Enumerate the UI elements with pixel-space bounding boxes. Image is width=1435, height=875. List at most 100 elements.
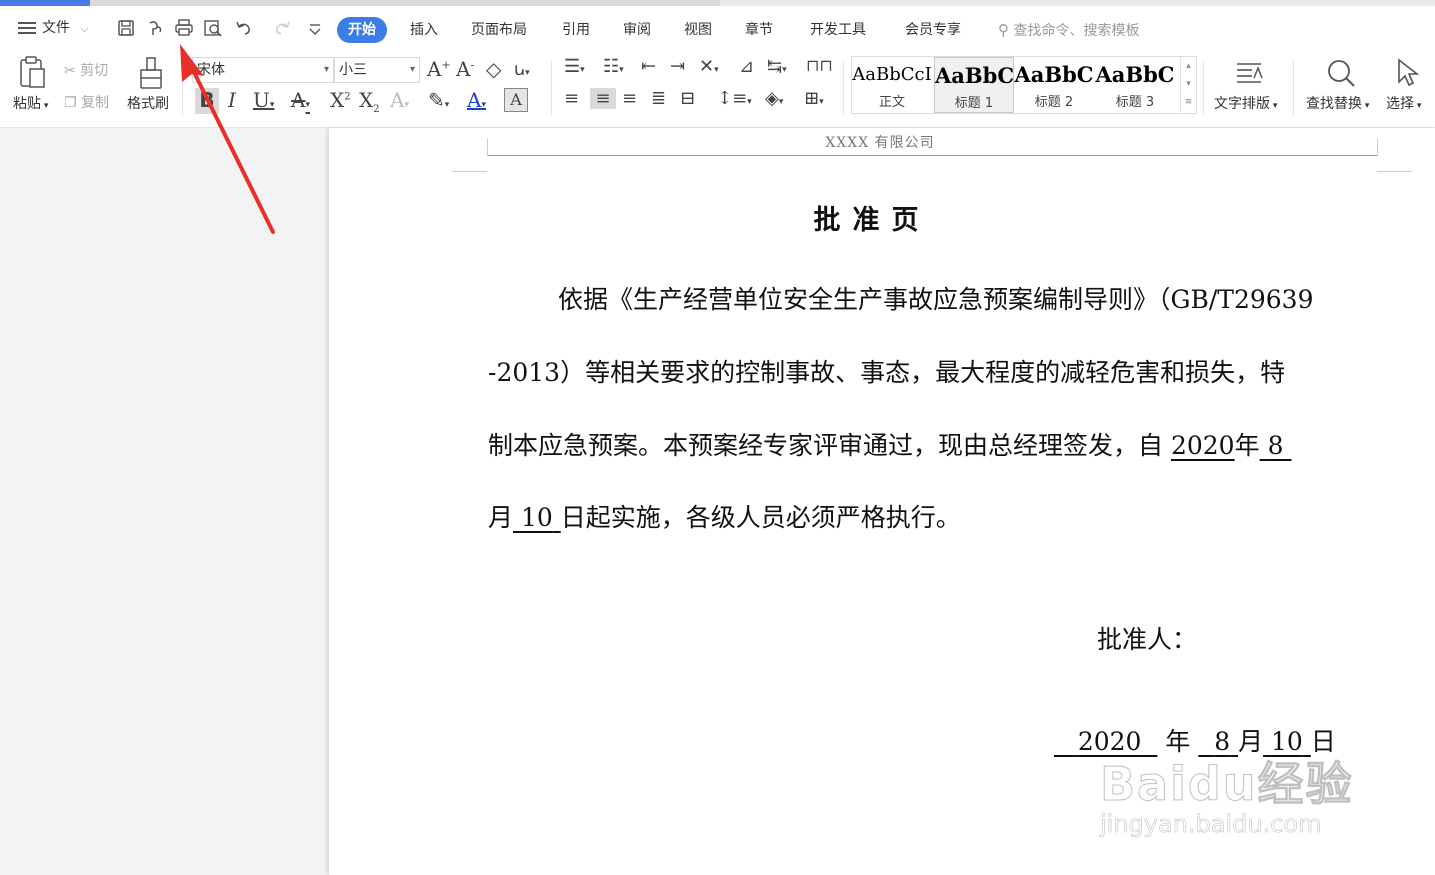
paste-icon[interactable] bbox=[18, 56, 48, 94]
tab-home[interactable]: 开始 bbox=[337, 17, 387, 43]
header-margin-mark bbox=[487, 138, 488, 156]
style-name: 标题 2 bbox=[1034, 95, 1074, 110]
print-icon[interactable] bbox=[174, 18, 196, 40]
tab-chapter[interactable]: 章节 bbox=[745, 17, 773, 43]
document-title: 批准页 bbox=[813, 205, 931, 236]
paragraph-text: 年 bbox=[1234, 431, 1260, 460]
chevron-down-icon: ▾ bbox=[409, 64, 415, 75]
shading-icon[interactable]: ◈▾ bbox=[765, 88, 783, 109]
subscript-icon[interactable]: X2 bbox=[359, 88, 380, 115]
tab-ruler-icon[interactable]: ⊓⊓ bbox=[806, 56, 833, 75]
increase-indent-icon[interactable]: ⇥ bbox=[670, 56, 685, 77]
effective-month: 8 bbox=[1267, 431, 1284, 460]
decrease-indent-icon[interactable]: ⇤ bbox=[641, 56, 656, 77]
format-painter-button[interactable]: 格式刷 bbox=[127, 93, 169, 113]
chinese-layout-icon[interactable]: ✕▾ bbox=[699, 56, 719, 77]
align-left-icon[interactable]: ≡ bbox=[564, 88, 579, 109]
file-menu-button[interactable]: 文件 ⌵ bbox=[18, 16, 88, 40]
text-layout-button[interactable]: 文字排版 ▾ bbox=[1214, 93, 1277, 113]
find-replace-label: 查找替换 bbox=[1306, 96, 1362, 112]
align-center-icon[interactable]: ≡ bbox=[590, 88, 616, 109]
find-replace-icon[interactable] bbox=[1326, 58, 1356, 92]
strikethrough-icon[interactable]: A▾ bbox=[291, 88, 310, 112]
numbered-list-icon[interactable]: ☷▾ bbox=[603, 56, 624, 77]
baidu-watermark: Baidu经验 jingyan.baidu.com bbox=[1100, 748, 1354, 839]
style-gallery: AaBbCcI 正文 AaBbC 标题 1 AaBbC 标题 2 AaBbC 标题 3 … bbox=[851, 56, 1197, 114]
font-size-value: 小三 bbox=[339, 62, 367, 78]
margin-mark bbox=[1377, 171, 1412, 172]
cut-label: 剪切 bbox=[80, 63, 109, 79]
text-layout-label: 文字排版 bbox=[1214, 96, 1270, 112]
paragraph-line: -2013）等相关要求的控制事故、事态，最大程度的减轻危害和损失，特 bbox=[488, 358, 1286, 387]
page-header-rule bbox=[487, 155, 1377, 156]
hamburger-icon bbox=[18, 19, 36, 37]
font-color-icon[interactable]: A▾ bbox=[467, 88, 486, 112]
font-size-select[interactable]: 小三 ▾ bbox=[334, 57, 420, 83]
tab-page-layout[interactable]: 页面布局 bbox=[471, 17, 527, 43]
ribbon-separator bbox=[551, 60, 552, 116]
customize-toolbar-icon[interactable] bbox=[305, 20, 327, 42]
justify-icon[interactable]: ≣ bbox=[651, 88, 666, 109]
tab-member[interactable]: 会员专享 bbox=[905, 17, 961, 43]
print-preview-icon[interactable] bbox=[203, 18, 225, 40]
paragraph-text: 日起实施，各级人员必须严格执行。 bbox=[560, 503, 961, 532]
style-heading-1[interactable]: AaBbC 标题 1 bbox=[934, 57, 1014, 113]
tab-developer[interactable]: 开发工具 bbox=[810, 17, 866, 43]
ribbon-separator bbox=[843, 60, 844, 116]
save-icon[interactable] bbox=[116, 18, 138, 40]
paragraph-line: 月 10 日起实施，各级人员必须严格执行。 bbox=[488, 498, 961, 534]
tab-review[interactable]: 审阅 bbox=[623, 17, 651, 43]
ribbon-separator bbox=[1203, 60, 1204, 116]
highlight-icon[interactable]: ✎▾ bbox=[428, 88, 449, 112]
style-normal[interactable]: AaBbCcI 正文 bbox=[852, 57, 932, 113]
margin-mark bbox=[452, 171, 487, 172]
copy-button[interactable]: ❐ 复制 bbox=[64, 92, 109, 112]
borders-icon[interactable]: ⊞▾ bbox=[804, 88, 824, 109]
page-header-text: XXXX 有限公司 bbox=[825, 135, 935, 151]
effective-year: 2020 bbox=[1170, 431, 1235, 460]
style-heading-3[interactable]: AaBbC 标题 3 bbox=[1095, 57, 1175, 113]
clear-format-icon[interactable]: ◇ bbox=[486, 57, 501, 81]
find-replace-button[interactable]: 查找替换 ▾ bbox=[1306, 93, 1369, 113]
navigation-pane bbox=[0, 128, 329, 875]
character-border-icon[interactable]: A bbox=[504, 88, 528, 112]
increase-font-icon[interactable]: A+ bbox=[427, 57, 451, 81]
output-pdf-icon[interactable] bbox=[145, 18, 167, 40]
effective-day: 10 bbox=[520, 503, 553, 532]
superscript-icon[interactable]: X2 bbox=[330, 88, 351, 112]
copy-label: 复制 bbox=[81, 95, 110, 111]
scissors-icon: ✂ bbox=[64, 63, 76, 79]
phonetic-guide-icon[interactable]: ꭎ▾ bbox=[514, 57, 530, 81]
style-sample: AaBbC bbox=[935, 63, 1013, 88]
header-margin-mark bbox=[1377, 138, 1378, 156]
command-search-input[interactable]: ⚲ 查找命令、搜索模板 bbox=[998, 17, 1139, 43]
decrease-font-icon[interactable]: A- bbox=[456, 57, 474, 81]
distributed-align-icon[interactable]: ⊟ bbox=[680, 88, 695, 109]
line-break-icon[interactable]: ↹▾ bbox=[767, 56, 787, 77]
paste-button[interactable]: 粘贴 ▾ bbox=[13, 93, 48, 113]
annotation-arrow-icon bbox=[180, 44, 275, 234]
style-name: 标题 1 bbox=[954, 96, 994, 111]
select-cursor-icon[interactable] bbox=[1396, 58, 1420, 92]
redo-icon[interactable] bbox=[272, 18, 294, 40]
text-effect-icon[interactable]: A▾ bbox=[390, 88, 409, 112]
align-right-icon[interactable]: ≡ bbox=[622, 88, 637, 109]
text-layout-icon[interactable] bbox=[1234, 58, 1264, 92]
copy-icon: ❐ bbox=[64, 95, 77, 111]
line-spacing-icon[interactable]: ↕≡▾ bbox=[717, 88, 752, 109]
tab-references[interactable]: 引用 bbox=[562, 17, 590, 43]
text-direction-icon[interactable]: ⊿ bbox=[739, 56, 754, 77]
command-search-placeholder: 查找命令、搜索模板 bbox=[1013, 23, 1140, 39]
paragraph-line: 制本应急预案。本预案经专家评审通过，现由总经理签发，自 2020年 8 bbox=[488, 426, 1291, 462]
style-heading-2[interactable]: AaBbC 标题 2 bbox=[1014, 57, 1094, 113]
tab-view[interactable]: 视图 bbox=[684, 17, 712, 43]
undo-icon[interactable] bbox=[234, 18, 256, 40]
style-gallery-scroll[interactable]: ▴ ▾ ≡ bbox=[1180, 57, 1196, 113]
select-button[interactable]: 选择 ▾ bbox=[1386, 93, 1421, 113]
file-menu-label: 文件 bbox=[42, 20, 70, 36]
cut-button[interactable]: ✂ 剪切 bbox=[64, 60, 108, 80]
tab-insert[interactable]: 插入 bbox=[410, 17, 438, 43]
bullet-list-icon[interactable]: ☰▾ bbox=[564, 56, 585, 77]
format-painter-icon[interactable] bbox=[137, 56, 165, 94]
chevron-down-icon: ▾ bbox=[323, 64, 329, 75]
